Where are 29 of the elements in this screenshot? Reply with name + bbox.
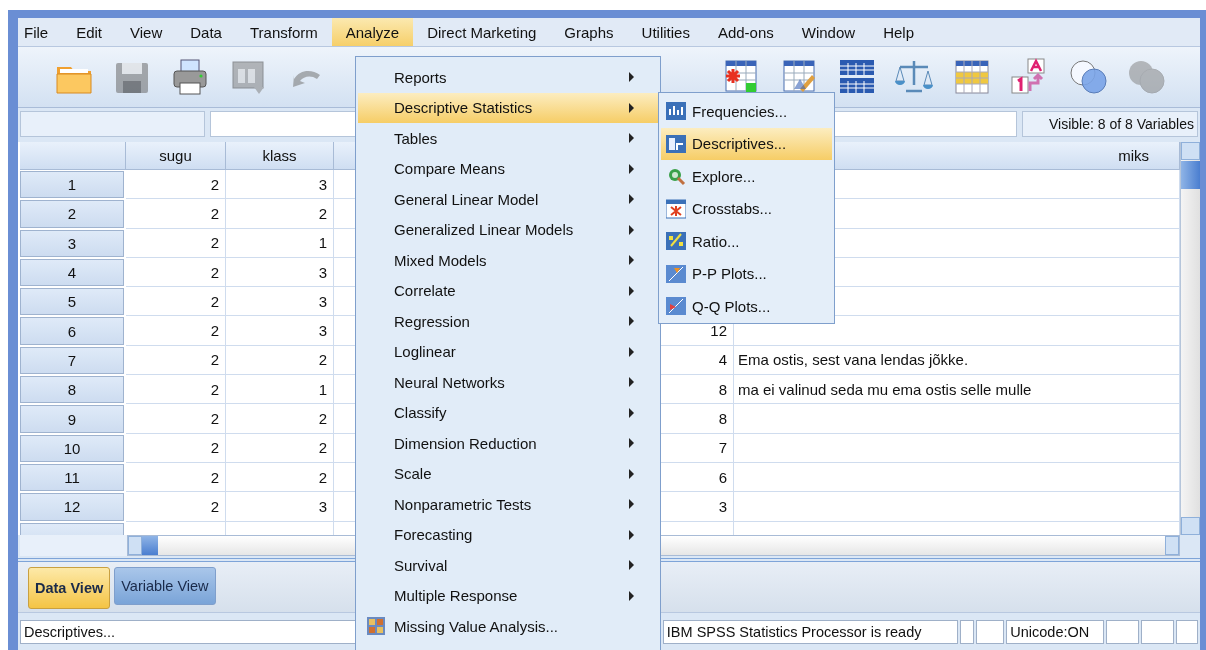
table-cell: 3 (226, 316, 334, 346)
table-cell: 2 (126, 433, 226, 463)
table-cell: 2 (126, 462, 226, 493)
table-cell: Ema ostis, sest vana lendas jõkke. (734, 345, 1180, 376)
table-cell: 2 (126, 199, 226, 229)
table-cell: 2 (126, 375, 226, 405)
table-cell: 2 (226, 462, 334, 493)
table-cell: 1 (226, 228, 334, 258)
table-cell: 2 (226, 345, 334, 376)
unicode-status: Unicode:ON (1006, 619, 1105, 644)
table-cell: 3 (226, 257, 334, 288)
processor-status: IBM SPSS Statistics Processor is ready (662, 619, 959, 644)
table-cell: 2 (126, 257, 226, 288)
table-cell: 3 (226, 287, 334, 317)
table-cell: ma ei valinud seda mu ema ostis selle mulle (734, 375, 1180, 405)
table-cell: 2 (226, 433, 334, 463)
table-cell: 2 (126, 492, 226, 522)
visible-variables-label: Visible: 8 of 8 Variables (1022, 111, 1198, 137)
table-cell: 2 (126, 345, 226, 376)
table-cell: 2 (126, 404, 226, 434)
table-cell: 2 (126, 316, 226, 346)
table-cell: 3 (226, 170, 334, 200)
table-cell: 3 (226, 492, 334, 522)
table-cell: 1 (226, 375, 334, 405)
table-cell: 2 (126, 170, 226, 200)
table-cell: 2 (226, 199, 334, 229)
table-cell: 2 (126, 228, 226, 258)
table-cell: 2 (126, 287, 226, 317)
table-cell: 2 (226, 404, 334, 434)
